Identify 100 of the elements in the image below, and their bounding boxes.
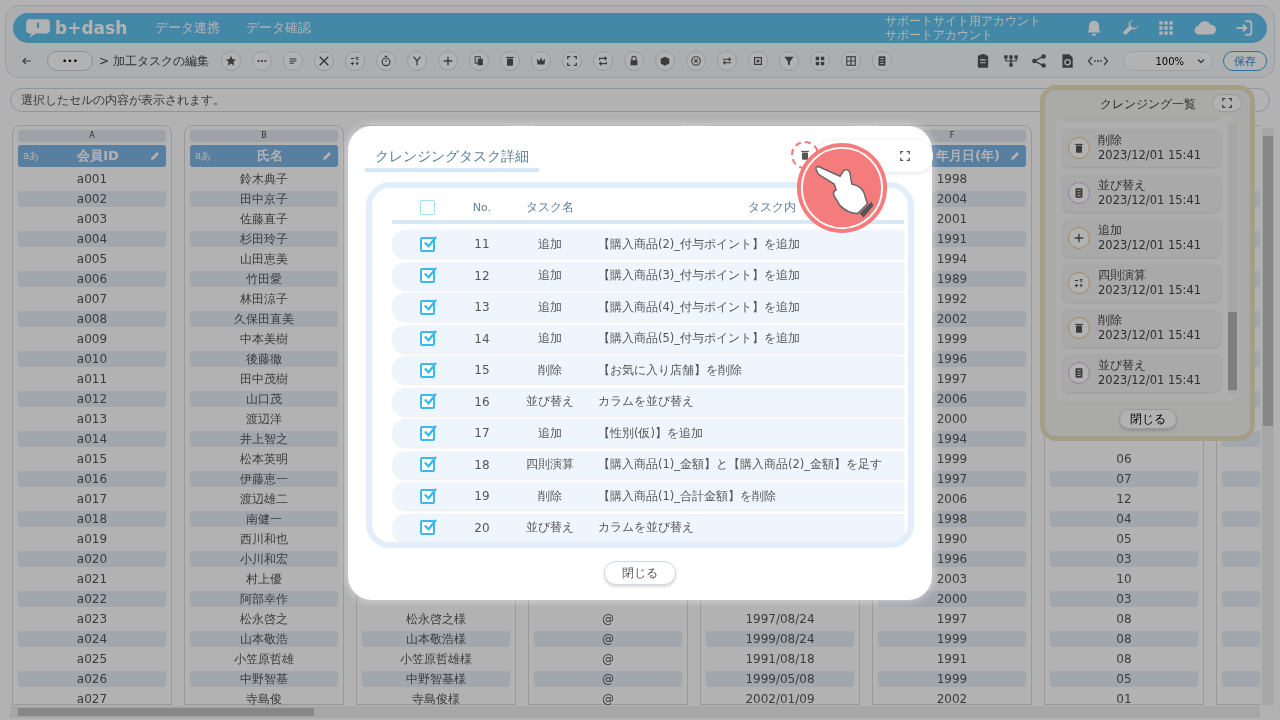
- row-checkbox[interactable]: [419, 331, 435, 346]
- table-cell-text: 1991/08/18: [744, 651, 816, 667]
- toolbar-button[interactable]: [313, 51, 334, 71]
- toolbar-button[interactable]: [375, 51, 396, 71]
- horizontal-scrollbar[interactable]: [10, 706, 1260, 718]
- back-arrow-icon[interactable]: [21, 55, 33, 67]
- table-cell: 伊藤恵一: [190, 471, 338, 487]
- table-icon: [844, 55, 857, 67]
- table-row[interactable]: 18 四則演算 【購入商品(1)_金額】と【購入商品(2)_金額】を足す: [392, 450, 904, 479]
- row-checkbox[interactable]: [419, 394, 435, 409]
- history-item[interactable]: 四則演算 2023/12/01 15:41: [1062, 264, 1221, 302]
- table-row[interactable]: 16 並び替え カラムを並び替え: [392, 387, 904, 416]
- history-item[interactable]: 追加 2023/12/01 15:41: [1062, 219, 1221, 257]
- row-checkbox[interactable]: [419, 457, 435, 472]
- column-title: 氏名: [256, 147, 284, 165]
- table-row[interactable]: 20 並び替え カラムを並び替え: [392, 513, 904, 542]
- vertical-scrollbar[interactable]: [1262, 128, 1274, 705]
- table-cell-text: a015: [75, 451, 109, 467]
- table-row[interactable]: 17 追加 【性別(仮)】を追加: [392, 419, 904, 447]
- share-icon[interactable]: [1031, 53, 1047, 69]
- column-letter[interactable]: B: [190, 130, 338, 142]
- row-checkbox[interactable]: [419, 268, 435, 283]
- task-name: 追加: [1098, 223, 1123, 238]
- table-cell: 03: [1050, 591, 1198, 607]
- table-cell-text: 2006: [935, 491, 969, 507]
- toolbar-button[interactable]: [685, 51, 706, 71]
- pencil-icon[interactable]: [321, 150, 333, 162]
- toolbar-button[interactable]: [716, 51, 737, 71]
- toolbar-button[interactable]: [871, 51, 892, 71]
- close-button[interactable]: 閉じる: [1118, 409, 1177, 429]
- row-checkbox[interactable]: [419, 488, 435, 504]
- toolbar-button[interactable]: [344, 51, 365, 71]
- table-cell: 04: [1050, 511, 1198, 527]
- toolbar-button[interactable]: [530, 51, 551, 71]
- row-checkbox[interactable]: [419, 520, 435, 535]
- task-time: 2023/12/01 15:41: [1098, 373, 1202, 388]
- toolbar-button[interactable]: [654, 51, 675, 71]
- table-row[interactable]: 13 追加 【購入商品(4)_付与ポイント】を追加: [392, 293, 904, 321]
- table-row[interactable]: 14 追加 【購入商品(5)_付与ポイント】を追加: [392, 324, 904, 353]
- toolbar-button[interactable]: [592, 51, 613, 71]
- history-item[interactable]: 並び替え 2023/12/01 15:41: [1062, 174, 1221, 212]
- column-title: 会員ID: [76, 147, 120, 165]
- toolbar-button[interactable]: [623, 51, 644, 71]
- table-cell-text: a017: [75, 491, 109, 507]
- task-time: 2023/12/01 15:41: [1098, 283, 1202, 298]
- pencil-icon[interactable]: [149, 150, 161, 162]
- select-all-checkbox[interactable]: [419, 199, 435, 215]
- history-item[interactable]: 削除 2023/12/01 15:41: [1062, 309, 1221, 347]
- expand-button[interactable]: [1212, 94, 1242, 112]
- toolbar-button[interactable]: [468, 51, 489, 71]
- clipboard-icon[interactable]: [975, 53, 991, 69]
- table-cell: a014: [18, 431, 166, 447]
- table-cell: a024: [18, 631, 166, 647]
- history-item[interactable]: 並び替え 2023/12/01 15:41: [1062, 354, 1221, 392]
- save-button[interactable]: 保存: [1223, 51, 1267, 71]
- apps-grid-icon[interactable]: [1157, 19, 1175, 37]
- table-cell: a006: [18, 271, 166, 287]
- toolbar-button[interactable]: [437, 51, 458, 71]
- history-item[interactable]: 削除 2023/12/01 15:41: [1062, 129, 1221, 167]
- table-row[interactable]: 15 削除 【お気に入り店舗】を削除: [392, 356, 904, 384]
- task-name: 並び替え: [1098, 178, 1147, 193]
- table-cell-text: 中本美樹: [239, 331, 289, 347]
- row-checkbox[interactable]: [419, 362, 435, 378]
- toolbar-button[interactable]: [220, 51, 241, 71]
- toolbar-button[interactable]: [282, 51, 303, 71]
- close-button[interactable]: 閉じる: [604, 561, 676, 585]
- table-cell-text: 追加: [537, 235, 563, 253]
- table-cell-text: 08: [1115, 611, 1133, 627]
- table-cell-text: 小笠原哲雄様: [399, 651, 473, 667]
- table-cell-text: 鈴木典子: [239, 171, 289, 187]
- table-cell-text: 1997: [935, 611, 969, 627]
- document-refresh-icon[interactable]: [1059, 53, 1075, 69]
- row-checkbox[interactable]: [419, 299, 435, 315]
- pencil-icon[interactable]: [1009, 150, 1021, 162]
- row-checkbox[interactable]: [419, 236, 435, 252]
- breadcrumb-more-button[interactable]: •••: [47, 51, 93, 71]
- table-cell-text: a001: [75, 171, 109, 187]
- bell-icon[interactable]: [1085, 19, 1103, 37]
- toolbar-button[interactable]: [406, 51, 427, 71]
- table-row[interactable]: 19 削除 【購入商品(1)_合計金額】を削除: [392, 482, 904, 510]
- table-row[interactable]: 11 追加 【購入商品(2)_付与ポイント】を追加: [392, 230, 904, 258]
- hierarchy-icon[interactable]: [1003, 53, 1019, 69]
- toolbar-button[interactable]: [561, 51, 582, 71]
- row-checkbox[interactable]: [419, 425, 435, 441]
- toolbar-button[interactable]: [778, 51, 799, 71]
- zoom-select[interactable]: 100%: [1123, 51, 1213, 71]
- toolbar-button[interactable]: [747, 51, 768, 71]
- table-cell-text: 田中茂樹: [239, 371, 289, 387]
- wrench-icon[interactable]: [1121, 19, 1139, 37]
- toolbar-button[interactable]: [499, 51, 520, 71]
- table-row[interactable]: 12 追加 【購入商品(3)_付与ポイント】を追加: [392, 261, 904, 290]
- table-cell-text: 松本英明: [239, 451, 289, 467]
- cloud-icon[interactable]: [1193, 19, 1217, 37]
- toolbar-button[interactable]: [809, 51, 830, 71]
- list-scrollbar[interactable]: [1228, 122, 1237, 394]
- toolbar-button[interactable]: [840, 51, 861, 71]
- table-cell-text: カラムを並び替え: [598, 520, 695, 535]
- expand-icon: [1221, 97, 1233, 109]
- logout-icon[interactable]: [1235, 19, 1253, 37]
- column-letter[interactable]: A: [18, 130, 166, 142]
